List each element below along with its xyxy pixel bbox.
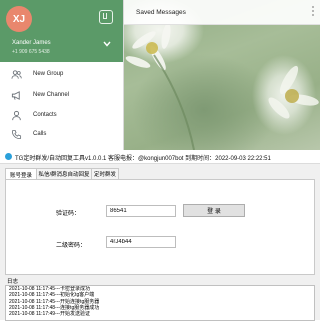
user-name: Xander James xyxy=(12,40,51,46)
user-phone: +1 909 675 5438 xyxy=(12,49,50,55)
menu-item-label: New Group xyxy=(33,71,64,77)
title-bar[interactable]: TG定时群发/自动回复工具v1.0.0.1 客服电报：@kongjun007bo… xyxy=(0,150,320,164)
window-title: TG定时群发/自动回复工具v1.0.0.1 客服电报：@kongjun007bo… xyxy=(15,156,271,162)
menu-item-contacts[interactable]: Contacts xyxy=(0,107,123,125)
menu-item-new-channel[interactable]: New Channel xyxy=(0,87,123,105)
phone-icon xyxy=(11,129,22,140)
menu-item-label: New Channel xyxy=(33,92,70,98)
log-section: 日志 2021-10-08 11:17:45---卡密登录成功 2021-10-… xyxy=(5,277,315,321)
code-input[interactable] xyxy=(106,205,176,217)
log-box[interactable]: 2021-10-08 11:17:45---卡密登录成功 2021-10-08 … xyxy=(5,285,315,321)
password-input[interactable] xyxy=(106,236,176,248)
telegram-sidebar: XJ Xander James +1 909 675 5438 New Grou… xyxy=(0,0,124,150)
login-panel: 验证码： 登 录 二级密码： xyxy=(5,179,315,275)
app-icon xyxy=(5,153,12,160)
login-button[interactable]: 登 录 xyxy=(183,204,245,217)
log-line: 2021-10-08 11:17:49---开始发送验证 xyxy=(9,311,91,318)
chevron-down-icon[interactable] xyxy=(103,41,111,49)
menu-item-label: Contacts xyxy=(33,112,57,118)
more-vertical-icon[interactable] xyxy=(312,6,314,16)
chat-header: Saved Messages xyxy=(124,0,320,25)
log-title: 日志 xyxy=(7,279,19,285)
chat-area: Saved Messages xyxy=(124,0,320,150)
chat-title: Saved Messages xyxy=(136,9,186,16)
profile-header: XJ Xander James +1 909 675 5438 xyxy=(0,0,123,62)
code-label: 验证码： xyxy=(56,211,81,217)
password-label: 二级密码： xyxy=(56,243,87,249)
person-icon xyxy=(12,110,21,121)
megaphone-icon xyxy=(11,91,20,100)
menu-item-calls[interactable]: Calls xyxy=(0,126,123,144)
avatar[interactable]: XJ xyxy=(6,6,32,32)
menu-item-label: Calls xyxy=(33,131,47,137)
group-icon xyxy=(11,70,22,79)
bookmark-icon[interactable] xyxy=(99,10,113,24)
tool-window: TG定时群发/自动回复工具v1.0.0.1 客服电报：@kongjun007bo… xyxy=(0,150,320,321)
menu-item-new-group[interactable]: New Group xyxy=(0,66,123,84)
